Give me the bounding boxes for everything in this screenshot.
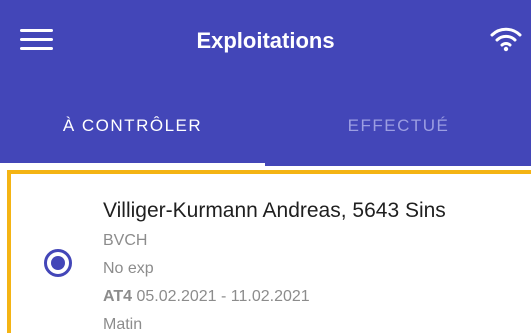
page-title: Exploitations	[196, 28, 335, 53]
app-bar: Exploitations	[0, 0, 531, 80]
radio-selected-dot	[51, 256, 65, 270]
control-period: AT4 05.02.2021 - 11.02.2021	[103, 287, 310, 307]
active-tab-indicator	[0, 163, 265, 166]
tab-a-controler[interactable]: À CONTRÔLER	[0, 116, 265, 136]
wifi-icon	[490, 27, 522, 52]
control-dates: 05.02.2021 - 11.02.2021	[136, 288, 310, 305]
tab-effectue[interactable]: EFFECTUÉ	[266, 116, 531, 136]
program-label: BVCH	[103, 232, 148, 249]
control-code: AT4	[103, 288, 133, 305]
time-of-day: Matin	[103, 316, 143, 333]
selection-radio[interactable]	[44, 249, 72, 277]
exploitation-number: No exp	[103, 260, 154, 277]
tab-bar: À CONTRÔLER EFFECTUÉ	[0, 80, 531, 166]
farm-name: Villiger-Kurmann Andreas, 5643 Sins	[103, 199, 446, 222]
list-item[interactable]: Villiger-Kurmann Andreas, 5643 Sins BVCH…	[7, 170, 531, 333]
